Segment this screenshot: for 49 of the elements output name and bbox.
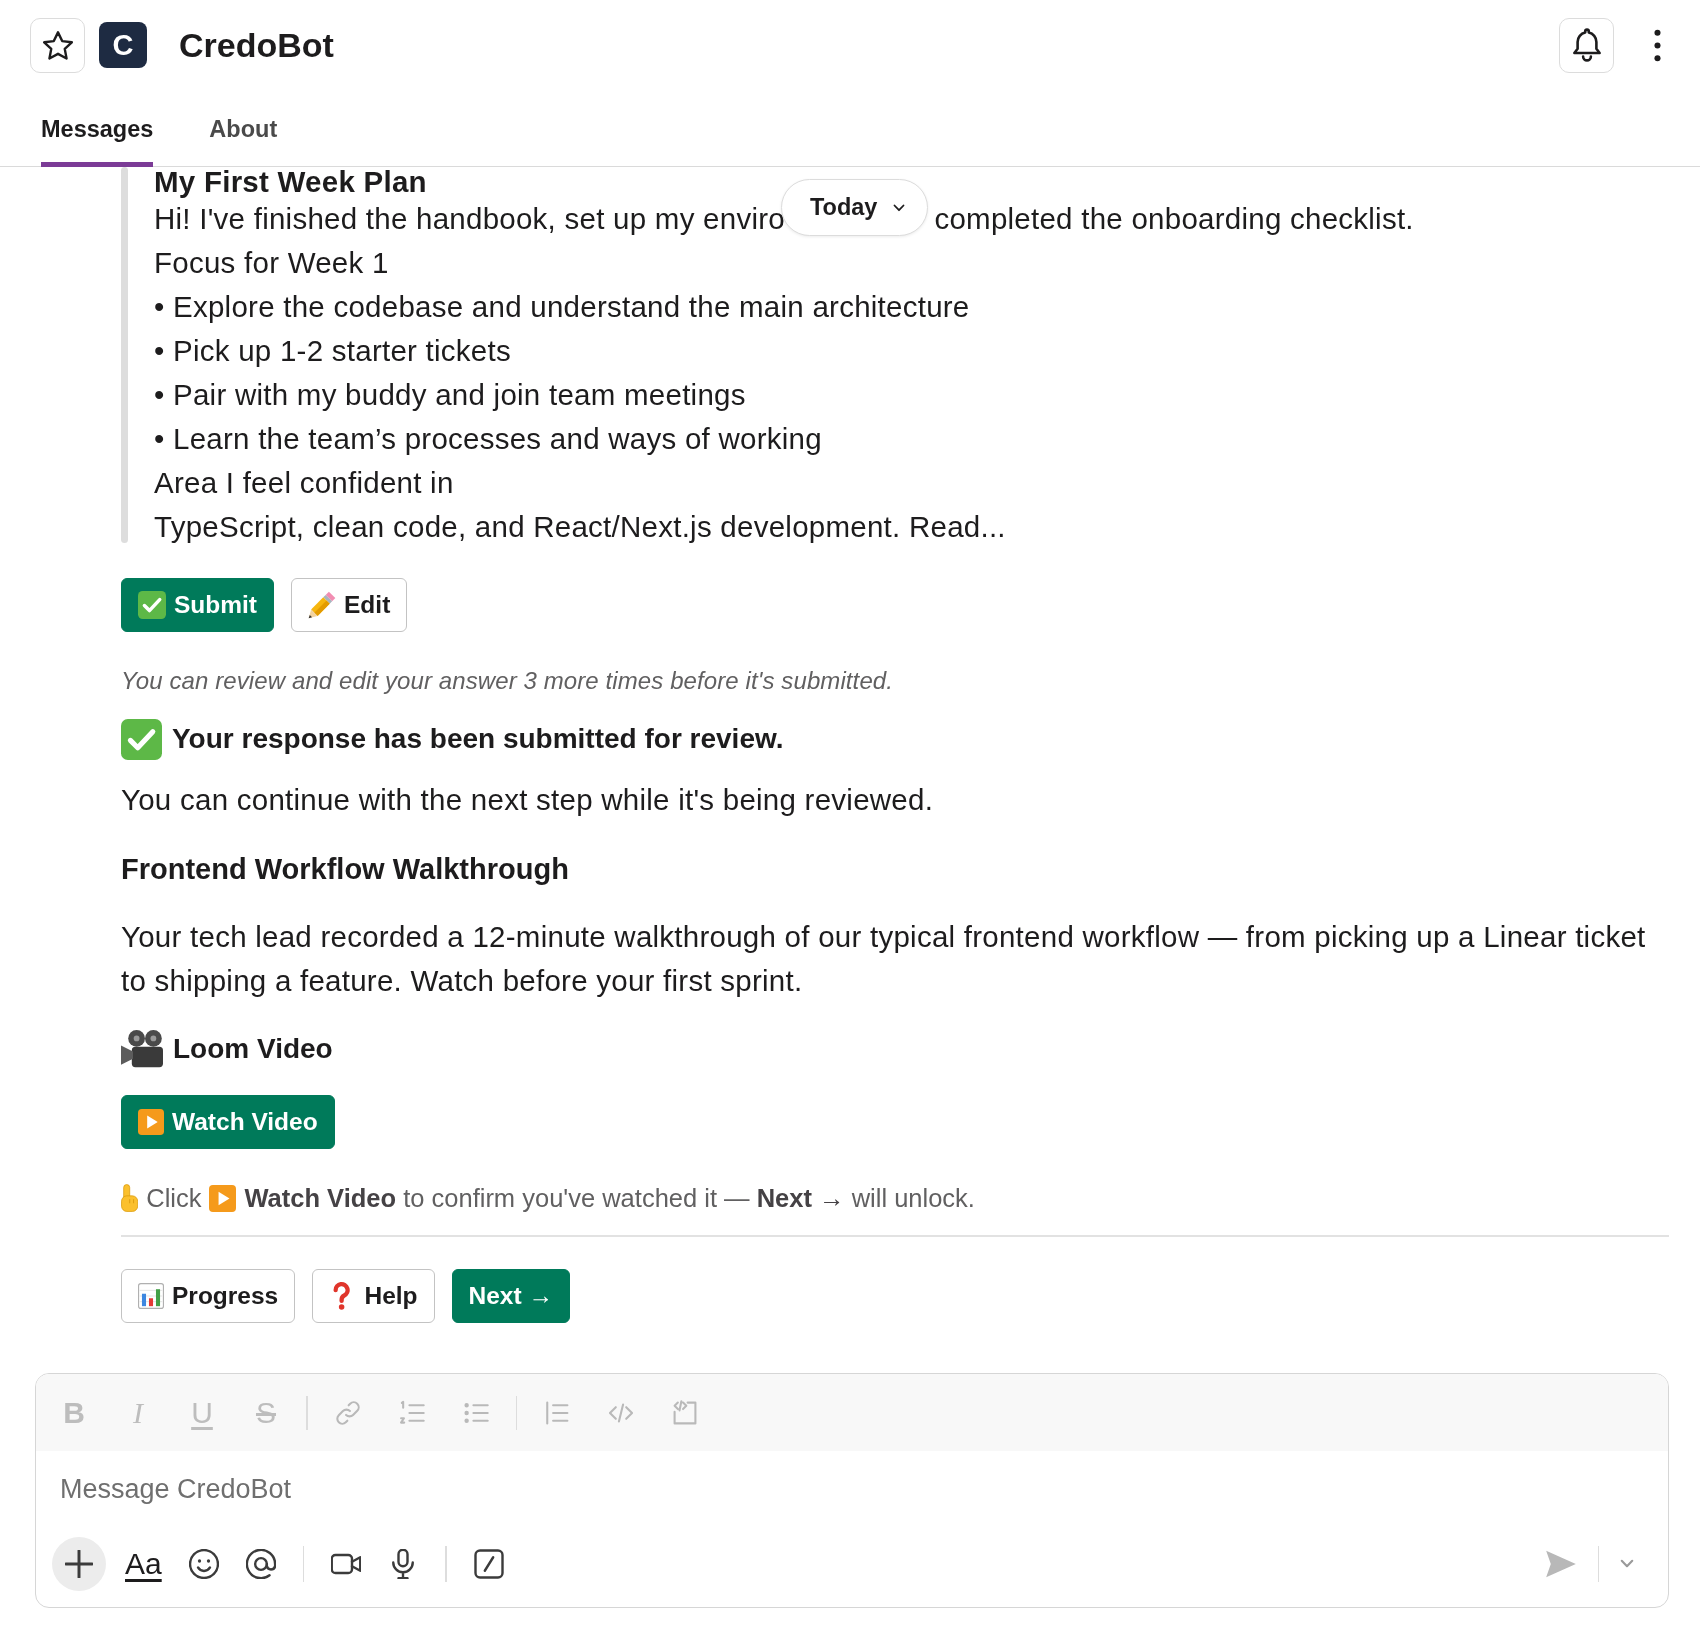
section-body-text: Your tech lead recorded a 12-minute walkthrough of our typical frontend workflow — from picking up a Linear ticket to shipping a feature. Watch before your first sprint. <box>121 919 1647 999</box>
plan-text: Focus for Week 1 <box>154 245 389 281</box>
app-logo: C <box>99 22 147 68</box>
next-button[interactable]: Next → <box>451 1269 570 1323</box>
plan-text: • Pair with my buddy and join team meetings <box>154 377 746 413</box>
pencil-icon <box>308 591 337 619</box>
chevron-down-icon <box>893 203 906 212</box>
movie-camera-icon <box>121 1030 163 1068</box>
chevron-down-icon <box>1620 1559 1634 1569</box>
question-mark-icon <box>333 1282 351 1310</box>
app-title: CredoBot <box>179 25 334 65</box>
watch-video-button[interactable]: Watch Video <box>121 1095 335 1149</box>
plus-icon <box>65 1550 93 1578</box>
edit-button[interactable]: Edit <box>291 578 408 632</box>
message-composer[interactable]: B I U S Message CredoBot Aa <box>35 1373 1669 1608</box>
hint-text: Click <box>146 1183 202 1214</box>
hint-text: Watch Video to confirm you've watched it — Next → will unlock. <box>244 1183 975 1214</box>
favorite-button[interactable] <box>30 17 85 73</box>
submit-button[interactable]: Submit <box>121 578 275 632</box>
slash-command-icon[interactable] <box>473 1549 504 1579</box>
pointing-hand-icon <box>121 1184 139 1212</box>
bar-chart-icon <box>138 1283 164 1309</box>
plan-text: • Explore the codebase and understand the main architecture <box>154 289 970 325</box>
note-text: You can review and edit your answer 3 more times before it's submitted. <box>121 666 895 696</box>
notifications-button[interactable] <box>1559 17 1614 73</box>
plan-text: completed the onboarding checklist. <box>934 201 1414 237</box>
section-title: Frontend Workflow Walkthrough <box>121 852 570 887</box>
tab[interactable]: About <box>209 90 278 167</box>
progress-button[interactable]: Progress <box>121 1269 296 1323</box>
tab[interactable]: Messages <box>41 90 154 167</box>
plan-text: Area I feel confident in <box>154 465 454 501</box>
text-format-button[interactable]: Aa <box>125 1547 162 1581</box>
help-button[interactable]: Help <box>312 1269 435 1323</box>
status-text: Your response has been submitted for review. <box>172 722 784 756</box>
plan-text: • Pick up 1-2 starter tickets <box>154 333 511 369</box>
play-icon <box>209 1184 237 1212</box>
status-detail-text: You can continue with the next step while it's being reviewed. <box>121 782 935 818</box>
more-icon[interactable] <box>1654 28 1661 62</box>
at-sign-icon[interactable] <box>245 1549 276 1579</box>
bell-icon <box>1571 28 1602 62</box>
play-icon <box>138 1109 164 1135</box>
plan-text: TypeScript, clean code, and React/Next.js development. Read... <box>154 509 1006 545</box>
check-box-icon <box>138 591 166 619</box>
video-title: Loom Video <box>173 1032 333 1066</box>
message-input[interactable]: Message CredoBot <box>36 1451 1668 1527</box>
emoji-icon[interactable] <box>188 1549 219 1579</box>
plan-text: • Learn the team’s processes and ways of working <box>154 421 822 457</box>
check-box-icon <box>121 718 162 760</box>
plan-title: My First Week Plan <box>154 167 427 197</box>
